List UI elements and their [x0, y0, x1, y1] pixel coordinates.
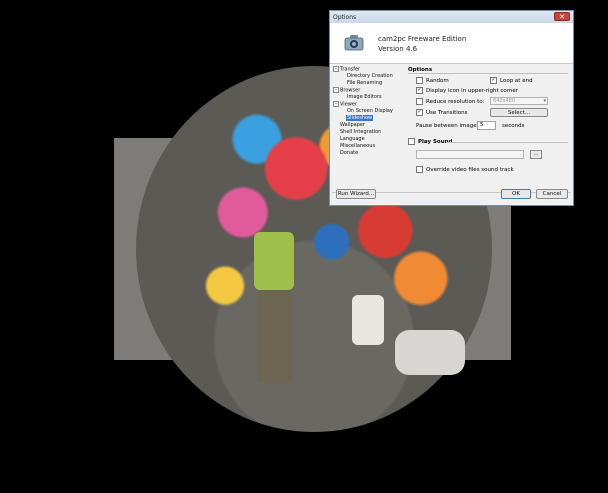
tree-item-browser[interactable]: − Browser: [333, 87, 360, 94]
photo-child: [352, 295, 384, 345]
tree-item-viewer[interactable]: − Viewer: [333, 101, 357, 108]
title-bar: Options: [330, 11, 573, 23]
collapse-icon[interactable]: −: [333, 66, 339, 72]
resolution-value: 640x480: [493, 98, 516, 104]
options-divider: [408, 73, 568, 74]
sound-file-input[interactable]: [416, 150, 524, 159]
check-icon[interactable]: ✓: [490, 77, 497, 84]
photo-figure-legs: [258, 290, 292, 382]
checkbox-box[interactable]: [416, 166, 423, 173]
checkbox-box[interactable]: [416, 77, 423, 84]
tree-item-wallpaper[interactable]: Wallpaper: [340, 122, 365, 128]
dialog-title: Options: [333, 13, 357, 21]
tree-item-shell-integration[interactable]: Shell Integration: [340, 129, 381, 135]
pause-label: Pause between images: [416, 123, 480, 129]
resolution-select[interactable]: 640x480 ▾: [490, 97, 548, 105]
tree-item-directory-creation[interactable]: Directory Creation: [347, 73, 393, 79]
run-wizard-button[interactable]: Run Wizard...: [336, 189, 376, 199]
camera-icon: [344, 35, 364, 51]
tree-item-miscellaneous[interactable]: Miscellaneous: [340, 143, 375, 149]
select-transitions-button[interactable]: Select...: [490, 108, 548, 117]
checkbox-box[interactable]: [416, 98, 423, 105]
use-transitions-checkbox[interactable]: ✓ Use Transitions: [416, 109, 468, 116]
collapse-icon[interactable]: −: [333, 87, 339, 93]
ok-button[interactable]: OK: [501, 189, 531, 199]
browse-sound-button[interactable]: …: [530, 150, 542, 159]
tree-item-image-editors[interactable]: Image Editors: [347, 94, 382, 100]
tree-item-file-renaming[interactable]: File Renaming: [347, 80, 382, 86]
random-checkbox[interactable]: Random: [416, 77, 449, 84]
reduce-resolution-checkbox[interactable]: Reduce resolution to:: [416, 98, 485, 105]
checkbox-box[interactable]: [408, 138, 415, 145]
collapse-icon[interactable]: −: [333, 101, 339, 107]
close-button[interactable]: ✕: [554, 12, 570, 21]
options-tree: − Transfer Directory Creation File Renami…: [333, 66, 393, 186]
photo-figure-shirt: [254, 232, 294, 290]
photo-scooter: [395, 330, 465, 375]
sound-divider: [446, 142, 568, 143]
app-version: Version 4.6: [378, 45, 418, 53]
pause-seconds-input[interactable]: 5: [477, 121, 496, 130]
app-name: cam2pc Freeware Edition: [378, 35, 467, 43]
loop-at-end-checkbox[interactable]: ✓ Loop at end: [490, 77, 533, 84]
tree-item-transfer[interactable]: − Transfer: [333, 66, 360, 73]
check-icon[interactable]: ✓: [416, 87, 423, 94]
options-dialog: Options ✕ cam2pc Freeware Edition Versio…: [329, 10, 574, 206]
cancel-button[interactable]: Cancel: [536, 189, 568, 199]
chevron-down-icon: ▾: [543, 98, 546, 104]
display-icon-checkbox[interactable]: ✓ Display icon in upper-right corner: [416, 87, 518, 94]
check-icon[interactable]: ✓: [416, 109, 423, 116]
tree-item-on-screen-display[interactable]: On Screen Display: [347, 108, 393, 114]
tree-item-language[interactable]: Language: [340, 136, 365, 142]
tree-item-donate[interactable]: Donate: [340, 150, 358, 156]
override-soundtrack-checkbox[interactable]: Override video files sound track: [416, 166, 514, 173]
tree-item-slideshow[interactable]: Slideshow: [346, 115, 374, 121]
pause-unit: seconds: [502, 123, 525, 129]
dialog-header: cam2pc Freeware Edition Version 4.6: [330, 23, 573, 64]
